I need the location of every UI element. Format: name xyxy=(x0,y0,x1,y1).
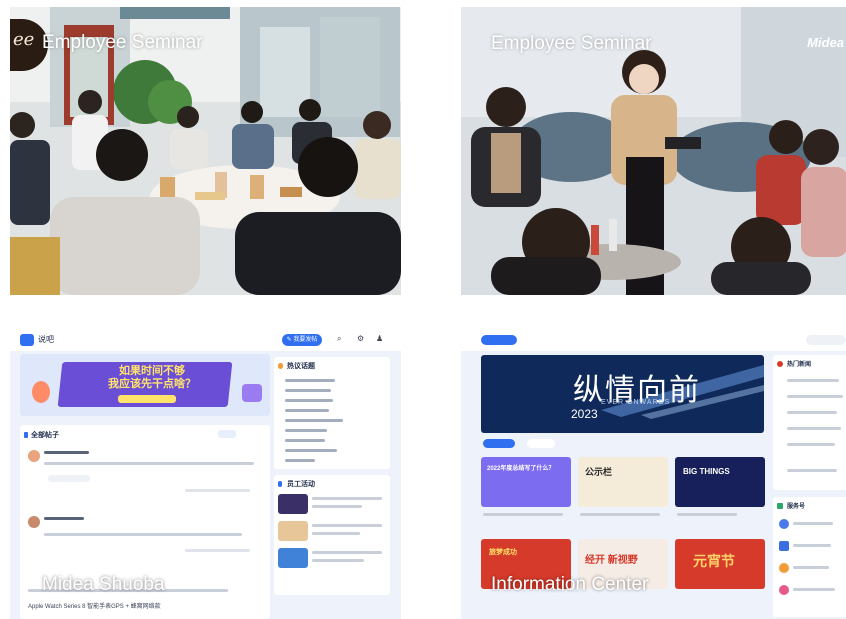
info-search-input[interactable] xyxy=(806,335,846,345)
activity-text xyxy=(312,532,360,535)
shuoba-header xyxy=(10,329,401,351)
settings-icon[interactable]: ⚙ xyxy=(357,334,364,343)
banner-decoration xyxy=(32,381,50,403)
service-item[interactable] xyxy=(793,522,833,525)
hot-news-item[interactable] xyxy=(787,443,835,446)
post-tag xyxy=(48,475,90,482)
hot-topic-item[interactable] xyxy=(285,449,337,452)
activity-text xyxy=(312,524,382,527)
service-item[interactable] xyxy=(793,588,835,591)
avatar xyxy=(28,516,40,528)
news-card-image[interactable] xyxy=(675,457,765,507)
hot-topic-item[interactable] xyxy=(285,379,335,382)
service-panel xyxy=(773,497,846,617)
news-card-title: 公示栏 xyxy=(585,467,613,477)
post-text xyxy=(44,533,242,536)
service-item-icon xyxy=(779,519,789,529)
section-marker xyxy=(24,432,28,438)
hot-topic-item[interactable] xyxy=(285,429,327,432)
news-card-title: BIG THINGS xyxy=(683,467,730,476)
service-item[interactable] xyxy=(793,544,831,547)
seminar-photo-2[interactable]: Employee Seminar Midea xyxy=(461,7,846,295)
tile-caption: Midea Shuoba xyxy=(42,574,165,595)
hot-topics-title: 热议话题 xyxy=(287,363,315,370)
banner-title: 如果时间不够 我应该先干点啥？ xyxy=(108,365,196,390)
hot-news-item[interactable] xyxy=(787,379,839,382)
activity-text xyxy=(312,551,382,554)
hot-news-item[interactable] xyxy=(787,395,843,398)
activities-icon xyxy=(278,481,282,487)
tab[interactable] xyxy=(527,439,555,448)
banner-year: 2023 xyxy=(571,407,598,421)
activity-thumb[interactable] xyxy=(278,521,308,541)
hot-topic-item[interactable] xyxy=(285,409,329,412)
midea-brand-logo: Midea xyxy=(807,35,844,50)
seminar-photo-1[interactable]: ee Employee Seminar xyxy=(10,7,401,295)
banner-subtitle: EVER ONWARDS xyxy=(601,399,671,406)
tile-caption: Information Center xyxy=(491,574,649,595)
shuoba-logo-icon xyxy=(20,334,34,346)
tab-active[interactable] xyxy=(483,439,515,448)
post-title xyxy=(44,517,84,520)
service-icon xyxy=(777,503,783,509)
news-card-caption xyxy=(677,513,737,516)
tile-caption: Employee Seminar xyxy=(491,33,652,54)
hot-topic-item[interactable] xyxy=(285,389,331,392)
midea-shuoba-screenshot[interactable]: 说吧 ✎ 我要发帖 ⌕ ⚙ ♟ 如果时间不够 我应该先干点啥？ 全部帖子 App… xyxy=(10,329,401,619)
hot-topics-icon xyxy=(278,363,283,369)
news-card-caption xyxy=(483,513,563,516)
hot-news-item[interactable] xyxy=(787,427,841,430)
activity-text xyxy=(312,497,382,500)
activity-text xyxy=(312,559,364,562)
news-card-caption xyxy=(580,513,660,516)
banner-decoration xyxy=(242,384,262,402)
hot-topics-panel xyxy=(274,357,390,469)
hot-topic-item[interactable] xyxy=(285,459,315,462)
post-button[interactable]: ✎ 我要发帖 xyxy=(282,334,322,346)
user-icon[interactable]: ♟ xyxy=(376,334,383,343)
service-item-icon xyxy=(779,541,789,551)
info-header xyxy=(461,329,846,351)
service-item-icon xyxy=(779,563,789,573)
hot-news-title: 热门新闻 xyxy=(787,362,812,368)
service-item[interactable] xyxy=(793,566,829,569)
activity-text xyxy=(312,505,362,508)
post-meta xyxy=(185,489,250,492)
news-card-title: 2022年度总结写了什么？ xyxy=(487,466,555,472)
info-nav-pill[interactable] xyxy=(481,335,517,345)
activity-thumb[interactable] xyxy=(278,494,308,514)
news-card-title: 元宵节 xyxy=(693,553,735,569)
avatar xyxy=(28,450,40,462)
post-footer-text: Apple Watch Series 8 智能手表GPS + 蜂窝网络款 xyxy=(28,604,161,610)
service-item-icon xyxy=(779,585,789,595)
section-title: 全部帖子 xyxy=(31,432,59,439)
service-title: 服务号 xyxy=(787,504,806,510)
hot-news-item[interactable] xyxy=(787,469,837,472)
post-text xyxy=(44,462,254,465)
hot-topic-item[interactable] xyxy=(285,399,333,402)
tab-pill[interactable] xyxy=(240,430,254,438)
tab-pill[interactable] xyxy=(218,430,236,438)
activities-title: 员工活动 xyxy=(287,481,315,488)
banner-cta xyxy=(118,395,176,403)
hot-news-item[interactable] xyxy=(787,411,837,414)
tile-caption: Employee Seminar xyxy=(42,32,203,53)
post-title xyxy=(44,451,89,454)
post-meta xyxy=(185,549,250,552)
hot-topic-item[interactable] xyxy=(285,419,343,422)
news-card-title: 经开 新视野 xyxy=(585,555,638,566)
shuoba-logo-text: 说吧 xyxy=(38,335,54,344)
hot-news-icon xyxy=(777,361,783,367)
search-icon[interactable]: ⌕ xyxy=(337,334,341,344)
activity-thumb[interactable] xyxy=(278,548,308,568)
hot-topic-item[interactable] xyxy=(285,439,325,442)
information-center-screenshot[interactable]: 纵情向前 EVER ONWARDS 2023 2022年度总结写了什么？ 公示栏… xyxy=(461,329,846,619)
news-card-title: 旅梦成功 xyxy=(489,549,517,556)
